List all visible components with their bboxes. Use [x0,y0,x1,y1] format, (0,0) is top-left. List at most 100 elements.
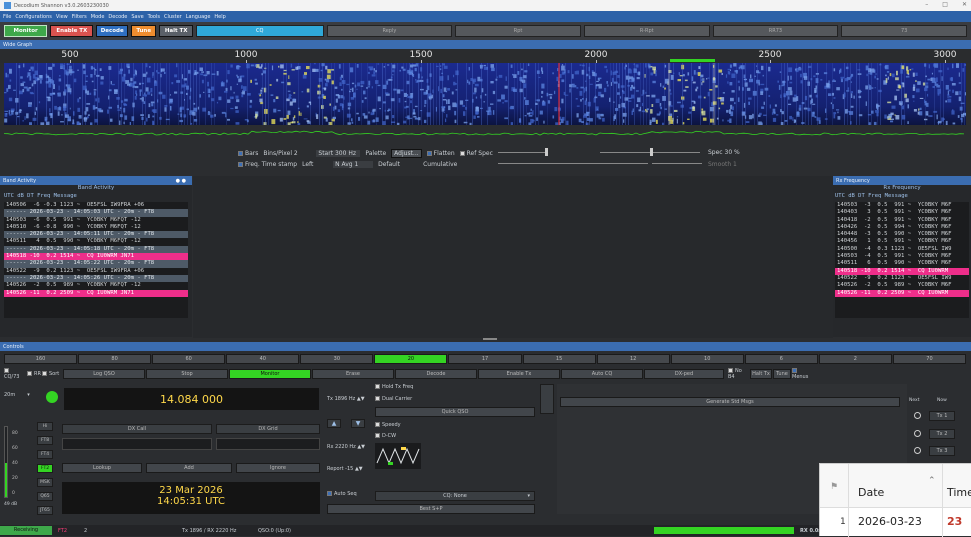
menu-mode[interactable]: Mode [91,14,105,20]
band-activity-list[interactable]: 140506 -6 -0.3 1123 ~ OE5FSL IW9FRA +06-… [4,202,188,318]
tx-down-icon[interactable]: ▼ [351,419,365,428]
tx-rpt-field[interactable]: Rpt [455,25,581,37]
band-button-70[interactable]: 70 [892,354,967,364]
report-spin[interactable]: Report -15 ▲▼ [327,466,363,472]
tx2-now-button[interactable]: Tx 2 [929,429,955,439]
band-button-6[interactable]: 6 [744,354,818,364]
band-activity-line[interactable]: ------ 2026-03-23 - 14:05:18 UTC - 20m -… [4,245,188,254]
smooth-spin[interactable]: Smooth 1 [708,161,737,168]
quick-qso-button[interactable]: Quick QSO [375,407,535,417]
menu-language[interactable]: Language [186,14,211,20]
cq-type-select[interactable]: CQ: None ▾ [375,491,535,501]
auto-cq-button[interactable]: Auto CQ [561,368,643,379]
band-button-160[interactable]: 160 [4,354,78,364]
waterfall-display[interactable] [4,63,966,143]
band-select[interactable]: 20m ▾ [4,389,44,401]
spec-percent-spin[interactable]: Spec 30 % [708,149,740,156]
mode-button-ft4[interactable]: FT4 [37,450,53,459]
menu-configurations[interactable]: Configurations [15,14,52,20]
rx-freq-spin[interactable]: Rx 2220 Hz ▲▼ [327,444,365,450]
sort-ascending-icon[interactable]: ⌃ [928,476,936,486]
decode-button[interactable]: Decode [96,25,128,37]
band-activity-line[interactable]: 140518 -10 0.2 1514 ~ CQ IU0WRM JN71 [4,253,188,261]
row-time-cell[interactable]: 23 [947,515,962,528]
band-activity-line[interactable]: 140503 -6 0.5 991 ~ YC0BKY M6FQT -12 [4,217,188,224]
dual-carrier-checkbox[interactable]: Dual Carrier [375,396,412,402]
tx3-now-button[interactable]: Tx 3 [929,446,955,456]
rx-frequency-list[interactable]: 140503 -3 0.5 991 ~ YC0BKY M6F 140403 3 0… [835,202,969,318]
enable-tx-button[interactable]: Enable TX [50,25,94,37]
no-b4-checkbox[interactable]: No B4 [725,367,749,380]
cq-rr-checkbox[interactable]: CQ/73 [4,367,26,380]
monitor-control-button[interactable]: Monitor [229,368,311,379]
frequency-display[interactable]: 14.084 000 [64,388,319,410]
ignore-button[interactable]: Ignore [236,463,320,473]
cumulative-select[interactable]: Cumulative [423,161,467,168]
rx-frequency-line[interactable]: 140500 -4 0.3 1123 ~ OE5FSL IW9 [835,246,969,253]
rx-frequency-line[interactable]: 140448 -3 0.5 990 ~ YC0BKY M6F [835,231,969,238]
default-select[interactable]: Default [378,161,418,168]
band-button-60[interactable]: 60 [152,354,226,364]
menu-decode[interactable]: Decode [108,14,127,20]
band-button-10[interactable]: 10 [670,354,744,364]
band-button-2[interactable]: 2 [818,354,892,364]
tx-rr73-field[interactable]: RR73 [712,25,839,37]
sort-checkbox[interactable]: Sort [42,370,62,377]
splitter-handle[interactable] [483,338,497,340]
close-icon[interactable]: ✕ [962,1,967,8]
time-column-header[interactable]: Time [947,486,971,499]
bars-checkbox[interactable]: Bars [238,150,258,157]
menus-checkbox[interactable]: Menus [792,367,810,380]
band-activity-line[interactable]: 140526 -11 0.2 2509 ~ CQ IU0WRM JN71 [4,289,188,297]
menu-cluster[interactable]: Cluster [164,14,182,20]
menu-save[interactable]: Save [131,14,143,20]
lookup-button[interactable]: Lookup [62,463,142,473]
flatten-checkbox[interactable]: Flatten [426,150,455,157]
tx-scroll-column[interactable] [540,384,554,414]
stop-button[interactable]: Stop [146,368,228,379]
tx-up-icon[interactable]: ▲ [327,419,341,428]
mode-button-ft8[interactable]: FT8 [37,436,53,445]
band-activity-line[interactable]: ------ 2026-03-23 - 14:05:26 UTC - 20m -… [4,274,188,283]
enable-tx-control-button[interactable]: Enable Tx [478,368,560,379]
band-activity-line[interactable]: ------ 2026-03-23 - 14:05:22 UTC - 20m -… [4,260,188,268]
rx-frequency-line[interactable]: 140511 6 0.5 990 ~ YC0BKY M6F [835,260,969,267]
minimize-icon[interactable]: – [925,1,928,8]
band-button-20[interactable]: 20 [374,354,448,364]
dx-call-input[interactable] [62,438,212,450]
band-activity-line[interactable]: 140511 4 0.5 990 ~ YC0BKY M6FQT -12 [4,238,188,245]
rx-frequency-line[interactable]: 140526 -11 0.2 2509 ~ CQ IU0WRM [835,289,969,297]
maximize-icon[interactable]: □ [942,1,948,8]
menu-filters[interactable]: Filters [72,14,87,20]
tune-control-button[interactable]: Tune [773,368,791,379]
band-button-80[interactable]: 80 [78,354,152,364]
band-activity-line[interactable]: 140526 -2 0.5 989 ~ YC0BKY M6FQT -12 [4,282,188,289]
auto-seq-checkbox[interactable]: Auto Seq [327,491,357,497]
band-activity-line[interactable]: 140510 -6 -0.8 990 ~ YC0BKY M6FQT -12 [4,224,188,231]
tx-reply-field[interactable]: Reply [326,25,453,37]
rx-frequency-line[interactable]: 140418 -2 0.5 991 ~ YC0BKY M6F [835,217,969,224]
rx-frequency-line[interactable]: 140518 -10 0.2 1514 ~ CQ IU0WRM [835,267,969,275]
band-button-40[interactable]: 40 [226,354,300,364]
dx-grid-input[interactable] [216,438,320,450]
rr-checkbox[interactable]: RR [27,370,41,377]
rx-frequency-line[interactable]: 140522 -9 0.2 1123 ~ OE5FSL IW9 [835,275,969,282]
band-button-17[interactable]: 17 [448,354,522,364]
bins-per-pixel-spin[interactable]: Bins/Pixel 2 [263,150,311,157]
menu-tools[interactable]: Tools [148,14,160,20]
tx-frequency-marker[interactable] [670,59,715,62]
tx1-next-radio[interactable] [914,412,921,419]
tx-cq-field[interactable]: CQ [195,25,324,37]
dx-ped-button[interactable]: DX-ped [644,368,724,379]
monitor-button[interactable]: Monitor [4,25,48,37]
timestamp-position-select[interactable]: Left [302,161,328,168]
halt-tx-button[interactable]: Halt TX [159,25,193,37]
rx-frequency-line[interactable]: 140456 1 0.5 991 ~ YC0BKY M6F [835,238,969,245]
tx3-next-radio[interactable] [914,447,921,454]
menu-view[interactable]: View [56,14,68,20]
log-qso-button[interactable]: Log QSO [63,368,145,379]
band-activity-line[interactable]: ------ 2026-03-23 - 14:05:03 UTC - 20m -… [4,209,188,217]
band-activity-line[interactable]: 140522 -9 0.2 1123 ~ OE5FSL IW9FRA +06 [4,268,188,275]
zero-slider[interactable] [650,148,653,156]
speedy-checkbox[interactable]: Speedy [375,422,401,428]
